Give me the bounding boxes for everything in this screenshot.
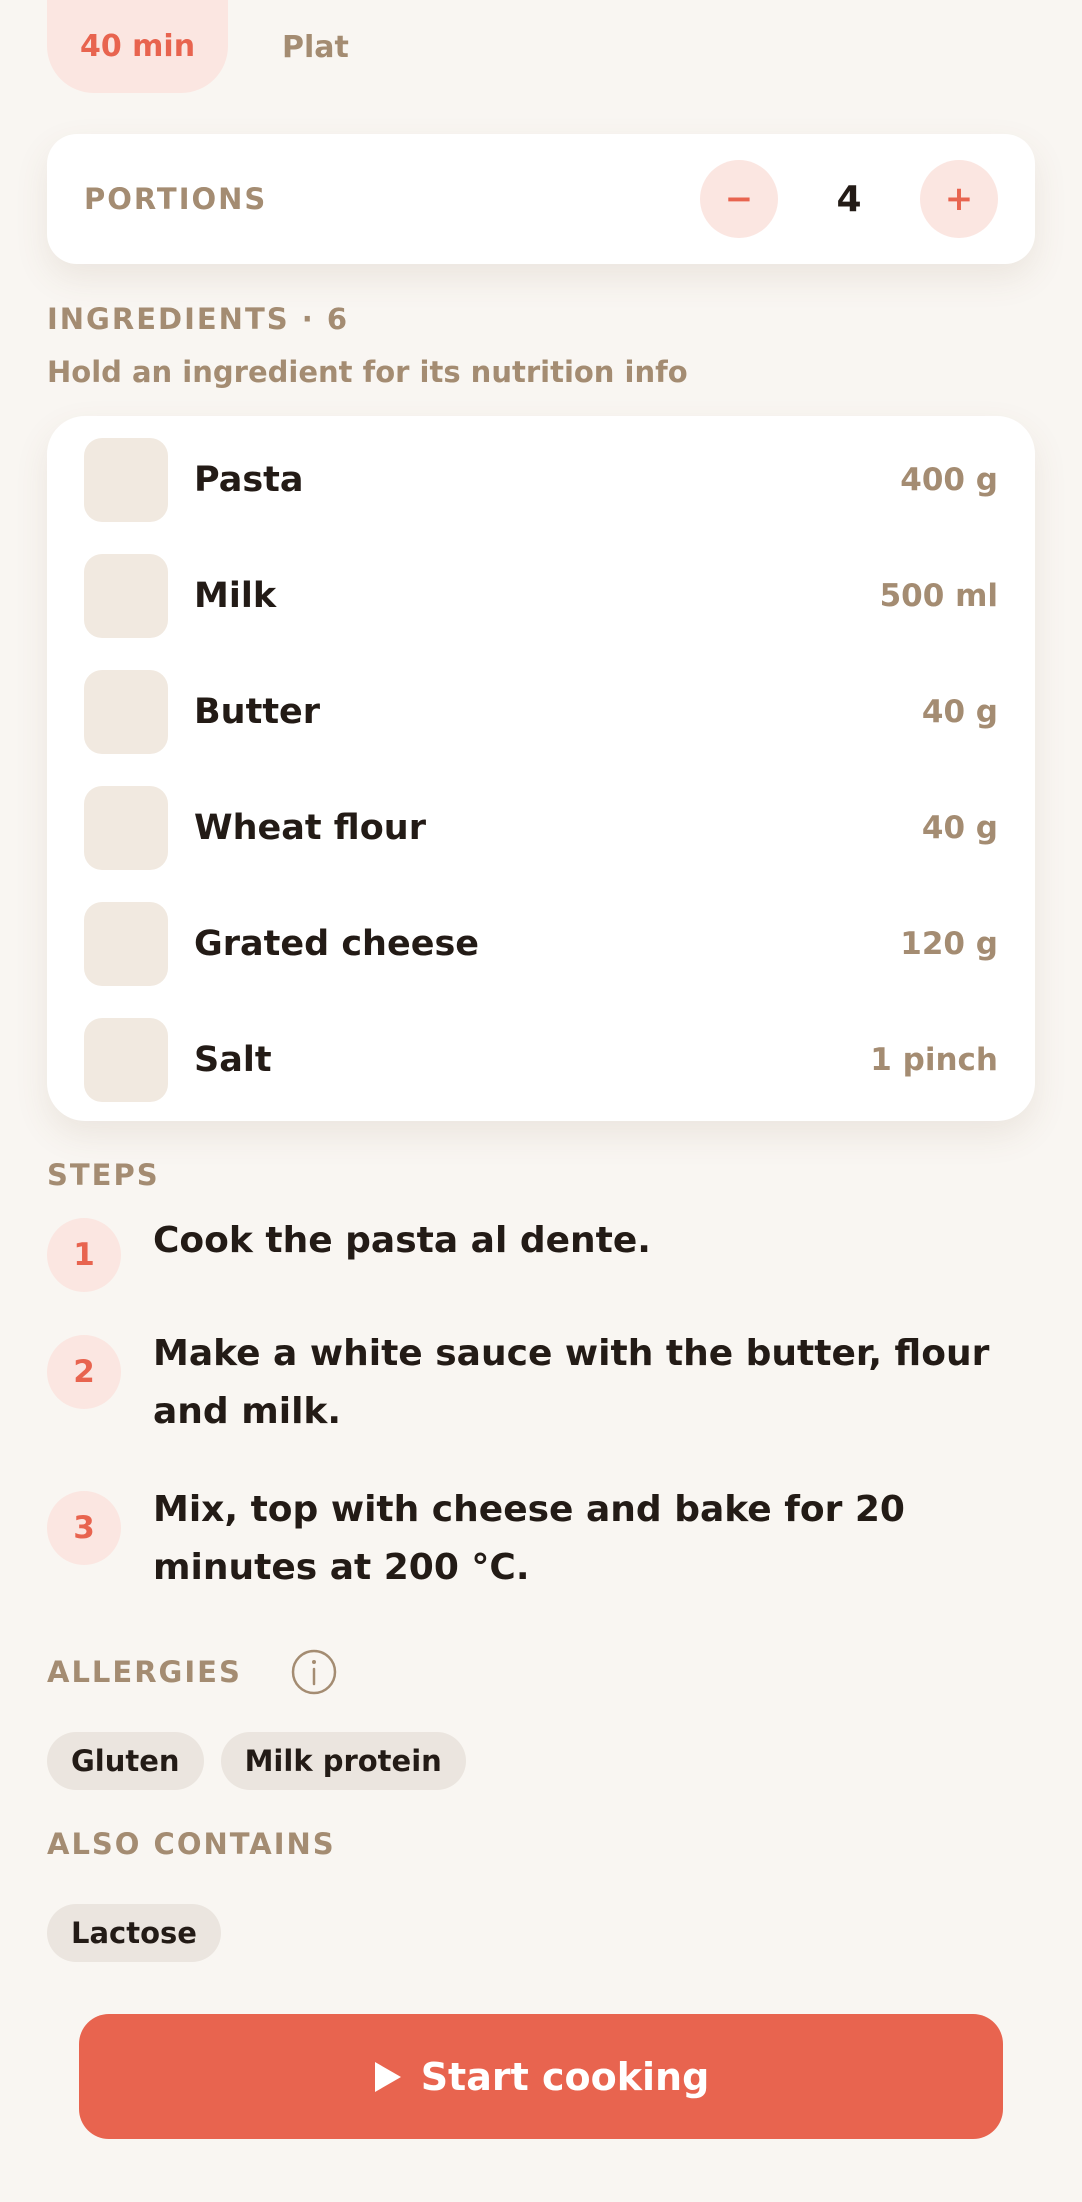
step-text: Cook the pasta al dente. xyxy=(153,1220,651,1261)
also-contains-heading: ALSO CONTAINS xyxy=(47,1827,336,1861)
ingredient-quantity: 500 ml xyxy=(879,578,998,614)
type-tag: Plat xyxy=(282,29,349,65)
contains-chip: Lactose xyxy=(47,1904,221,1962)
ingredients-hint: Hold an ingredient for its nutrition inf… xyxy=(47,355,688,389)
ingredient-name: Salt xyxy=(194,1040,272,1080)
ingredient-row[interactable]: Pasta 400 g xyxy=(84,438,998,554)
step-item: 2 Make a white sauce with the butter, fl… xyxy=(47,1333,1035,1441)
step-number: 3 xyxy=(47,1491,121,1565)
recipe-tags: 40 min Plat xyxy=(47,0,1035,94)
ingredient-row[interactable]: Grated cheese 120 g xyxy=(84,902,998,1018)
ingredient-quantity: 40 g xyxy=(921,694,998,730)
step-text: Mix, top with cheese and bake for 20 min… xyxy=(153,1489,905,1588)
ingredient-thumbnail xyxy=(84,786,168,870)
ingredient-quantity: 400 g xyxy=(900,462,998,498)
steps-heading: STEPS xyxy=(47,1158,160,1192)
ingredients-heading: INGREDIENTS · 6 xyxy=(47,302,350,336)
increase-portions-button[interactable]: + xyxy=(920,160,998,238)
step-text: Make a white sauce with the butter, flou… xyxy=(153,1333,990,1432)
allergy-chip: Gluten xyxy=(47,1732,204,1790)
portions-value: 4 xyxy=(836,178,862,220)
allergies-header: ALLERGIES xyxy=(47,1648,1035,1696)
ingredient-thumbnail xyxy=(84,902,168,986)
also-contains-chips: Lactose xyxy=(47,1904,1035,1962)
ingredient-row[interactable]: Milk 500 ml xyxy=(84,554,998,670)
ingredient-thumbnail xyxy=(84,670,168,754)
start-cooking-label: Start cooking xyxy=(420,2054,710,2099)
step-number: 1 xyxy=(47,1218,121,1292)
ingredient-row[interactable]: Butter 40 g xyxy=(84,670,998,786)
step-item: 1 Cook the pasta al dente. xyxy=(47,1218,1035,1292)
ingredient-name: Grated cheese xyxy=(194,924,480,964)
ingredient-quantity: 1 pinch xyxy=(870,1042,998,1078)
step-number: 2 xyxy=(47,1335,121,1409)
ingredient-name: Butter xyxy=(194,692,321,732)
ingredient-name: Wheat flour xyxy=(194,808,426,848)
ingredient-row[interactable]: Wheat flour 40 g xyxy=(84,786,998,902)
ingredient-quantity: 40 g xyxy=(921,810,998,846)
info-icon[interactable] xyxy=(290,1648,338,1696)
ingredient-thumbnail xyxy=(84,554,168,638)
ingredient-name: Pasta xyxy=(194,460,304,500)
step-item: 3 Mix, top with cheese and bake for 20 m… xyxy=(47,1489,1035,1597)
start-cooking-button[interactable]: Start cooking xyxy=(79,2014,1003,2139)
play-icon xyxy=(374,2061,401,2092)
ingredient-thumbnail xyxy=(84,1018,168,1102)
ingredient-quantity: 120 g xyxy=(900,926,998,962)
ingredient-name: Milk xyxy=(194,576,277,616)
decrease-portions-button[interactable]: − xyxy=(700,160,778,238)
ingredient-thumbnail xyxy=(84,438,168,522)
ingredients-card: Pasta 400 g Milk 500 ml Butter 40 g Whea… xyxy=(47,416,1035,1121)
time-tag: 40 min xyxy=(47,0,228,93)
portions-label: PORTIONS xyxy=(84,182,268,216)
ingredient-row[interactable]: Salt 1 pinch xyxy=(84,1018,998,1134)
allergy-chips: Gluten Milk protein xyxy=(47,1732,1035,1790)
allergy-chip: Milk protein xyxy=(220,1732,466,1790)
portions-card: PORTIONS − 4 + xyxy=(47,134,1035,264)
allergies-heading: ALLERGIES xyxy=(47,1655,242,1689)
